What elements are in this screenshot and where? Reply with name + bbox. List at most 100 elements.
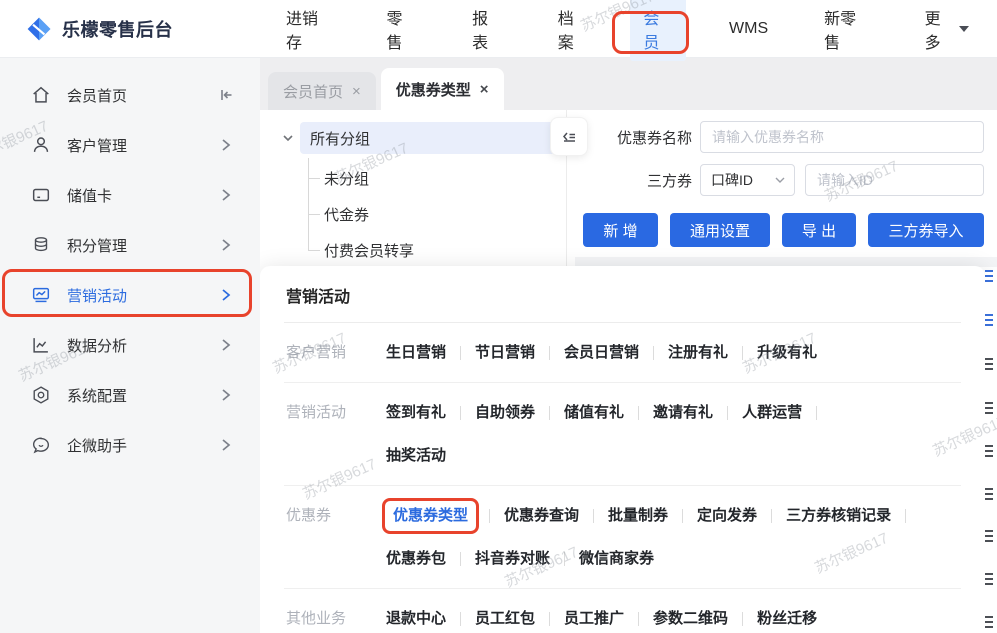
separator <box>460 346 462 360</box>
menu-item-批量制券[interactable]: 批量制券 <box>608 503 668 529</box>
menu-item-定向发券[interactable]: 定向发券 <box>697 503 757 529</box>
coupon-name-label: 优惠券名称 <box>616 129 692 147</box>
tab-会员首页[interactable]: 会员首页 × <box>268 72 376 110</box>
menu-item-粉丝迁移[interactable]: 粉丝迁移 <box>757 606 817 632</box>
chevron-right-icon[interactable] <box>218 187 234 203</box>
occluded-text-fragment <box>985 445 993 459</box>
menu-item-生日营销[interactable]: 生日营销 <box>386 340 446 366</box>
mega-menu-rows: 客户营销 生日营销 节日营销 会员日营销 注册有礼 升级有礼 营销活动 签到有礼 自助领券 储值有… <box>284 323 961 633</box>
menu-item-员工红包[interactable]: 员工红包 <box>475 606 535 632</box>
sidebar-item-系统配置[interactable]: 系统配置 <box>0 370 260 420</box>
chat-icon <box>30 434 52 456</box>
action-button-新增[interactable]: 新 增 <box>583 213 658 247</box>
nav-item-label: 新零售 <box>824 10 857 52</box>
sidebar-item-企微助手[interactable]: 企微助手 <box>0 420 260 470</box>
mega-menu-title: 营销活动 <box>286 289 351 306</box>
nav-item-报表[interactable]: 报表 <box>459 0 515 61</box>
tree-root-label[interactable]: 所有分组 <box>300 122 560 154</box>
top-nav: 进销存 零售 报表 档案 会员 WMS 新零售 更多 <box>258 0 997 61</box>
marketing-mega-menu: 营销活动 客户营销 生日营销 节日营销 会员日营销 注册有礼 升级有礼 营销活动 签到有礼 自助… <box>260 266 985 633</box>
menu-item-邀请有礼[interactable]: 邀请有礼 <box>653 400 713 426</box>
tree-root-row[interactable]: 所有分组 <box>280 122 566 154</box>
separator <box>489 509 491 523</box>
close-icon[interactable]: × <box>480 82 489 97</box>
nav-item-更多[interactable]: 更多 <box>912 0 982 61</box>
mega-menu-section-客户营销: 客户营销 生日营销 节日营销 会员日营销 注册有礼 升级有礼 <box>284 323 961 383</box>
collapse-panel-button[interactable] <box>550 117 588 156</box>
chevron-right-icon[interactable] <box>218 287 234 303</box>
tree-node-未分组[interactable]: 未分组 <box>308 160 566 196</box>
menu-item-节日营销[interactable]: 节日营销 <box>475 340 535 366</box>
occluded-text-fragment <box>985 616 993 630</box>
sidebar-item-label: 企微助手 <box>67 437 128 455</box>
menu-item-参数二维码[interactable]: 参数二维码 <box>653 606 728 632</box>
fold-icon <box>563 132 575 142</box>
third-party-id-select[interactable]: 口碑ID <box>700 164 795 196</box>
action-button-导出[interactable]: 导 出 <box>782 213 856 247</box>
nav-item-WMS[interactable]: WMS <box>716 12 781 46</box>
menu-item-抽奖活动[interactable]: 抽奖活动 <box>386 443 446 469</box>
menu-item-会员日营销[interactable]: 会员日营销 <box>564 340 639 366</box>
tab-label: 优惠券类型 <box>395 81 471 99</box>
nav-item-新零售[interactable]: 新零售 <box>811 0 881 61</box>
chevron-right-icon[interactable] <box>218 437 234 453</box>
chevron-right-icon[interactable] <box>218 137 234 153</box>
tab-优惠券类型[interactable]: 优惠券类型 × <box>380 68 504 110</box>
menu-item-优惠券包[interactable]: 优惠券包 <box>386 546 446 572</box>
tree-node-代金券[interactable]: 代金券 <box>308 196 566 232</box>
separator <box>549 612 551 626</box>
chevron-right-icon[interactable] <box>218 237 234 253</box>
menu-item-储值有礼[interactable]: 储值有礼 <box>564 400 624 426</box>
menu-item-优惠券查询[interactable]: 优惠券查询 <box>504 503 579 529</box>
sidebar-item-储值卡[interactable]: 储值卡 <box>0 170 260 220</box>
menu-line: 签到有礼 自助领券 储值有礼 邀请有礼 人群运营 <box>386 400 961 426</box>
sidebar-item-营销活动[interactable]: 营销活动 <box>0 270 260 320</box>
coupon-name-input[interactable] <box>700 121 984 153</box>
menu-item-三方券核销记录[interactable]: 三方券核销记录 <box>786 503 891 529</box>
sidebar-item-会员首页[interactable]: 会员首页 <box>0 70 260 120</box>
menu-item-退款中心[interactable]: 退款中心 <box>386 606 446 632</box>
chevron-right-icon[interactable] <box>218 337 234 353</box>
menu-item-自助领券[interactable]: 自助领券 <box>475 400 535 426</box>
form-row-thirdparty: 三方券 口碑ID <box>576 164 985 196</box>
action-button-三方券导入[interactable]: 三方券导入 <box>868 213 984 247</box>
nav-item-零售[interactable]: 零售 <box>373 0 429 61</box>
menu-item-人群运营[interactable]: 人群运营 <box>742 400 802 426</box>
chevron-right-icon[interactable] <box>218 387 234 403</box>
main-area: 会员首页 × 优惠券类型 × 所有分组 未分组 代金券 付费会员转享 优惠券名称… <box>260 57 997 633</box>
separator <box>742 346 744 360</box>
chevron-down-icon[interactable] <box>280 130 296 146</box>
third-party-id-input[interactable] <box>805 164 984 196</box>
nav-item-label: 零售 <box>386 10 403 52</box>
nav-item-会员[interactable]: 会员 <box>630 0 687 61</box>
close-icon[interactable]: × <box>352 84 361 99</box>
nav-item-进销存[interactable]: 进销存 <box>273 0 343 61</box>
sidebar: 会员首页客户管理储值卡 积分管理 营销活动 数据分析 系统配置企微助手 <box>0 57 260 633</box>
user-icon <box>30 134 52 156</box>
group-tree: 所有分组 未分组 代金券 付费会员转享 <box>260 110 566 268</box>
action-button-通用设置[interactable]: 通用设置 <box>670 213 770 247</box>
menu-line: 优惠券包 抖音券对账 微信商家券 <box>386 546 961 572</box>
nav-item-档案[interactable]: 档案 <box>545 0 601 61</box>
filter-form: 优惠券名称 三方券 口碑ID 新 增通用设置导 出三方券导入 <box>576 110 985 247</box>
chart-icon <box>30 334 52 356</box>
form-row-name: 优惠券名称 <box>576 121 985 153</box>
content-area: 所有分组 未分组 代金券 付费会员转享 优惠券名称 请输入优惠券名称 三方券 口… <box>260 110 997 633</box>
tree-node-付费会员转享[interactable]: 付费会员转享 <box>308 232 566 268</box>
menu-item-注册有礼[interactable]: 注册有礼 <box>668 340 728 366</box>
sidebar-item-数据分析[interactable]: 数据分析 <box>0 320 260 370</box>
menu-item-优惠券类型[interactable]: 优惠券类型 <box>382 498 480 534</box>
menu-item-升级有礼[interactable]: 升级有礼 <box>757 340 817 366</box>
menu-item-抖音券对账[interactable]: 抖音券对账 <box>475 546 550 572</box>
menu-item-签到有礼[interactable]: 签到有礼 <box>386 400 446 426</box>
menu-line: 退款中心 员工红包 员工推广 参数二维码 粉丝迁移 <box>386 606 961 632</box>
menu-item-微信商家券[interactable]: 微信商家券 <box>579 546 654 572</box>
collapse-sidebar-icon[interactable] <box>218 87 234 103</box>
menu-item-员工推广[interactable]: 员工推广 <box>564 606 624 632</box>
nav-item-label: WMS <box>729 19 769 37</box>
separator <box>549 406 551 420</box>
sidebar-item-积分管理[interactable]: 积分管理 <box>0 220 260 270</box>
separator <box>905 509 907 523</box>
sidebar-item-客户管理[interactable]: 客户管理 <box>0 120 260 170</box>
sidebar-item-label: 客户管理 <box>67 137 128 155</box>
